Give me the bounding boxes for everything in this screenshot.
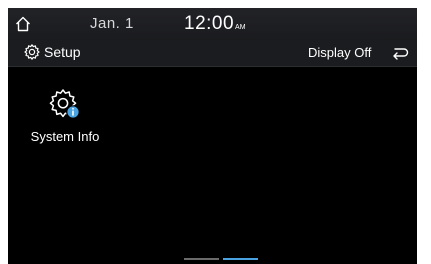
home-button[interactable] <box>8 8 38 40</box>
header-bar: Setup Display Off <box>8 40 417 67</box>
status-bar: Jan. 1 12:00 AM <box>8 8 417 40</box>
system-info-label: System Info <box>30 129 100 144</box>
page-indicator-2[interactable] <box>223 258 258 260</box>
display-off-button[interactable]: Display Off <box>308 45 371 60</box>
status-date: Jan. 1 <box>90 15 134 32</box>
setup-screen: Jan. 1 12:00 AM Setup Display Off System… <box>8 8 417 264</box>
page-title-label: Setup <box>44 44 81 60</box>
back-icon <box>393 48 409 60</box>
page-indicator <box>184 258 258 260</box>
clock-ampm: AM <box>235 24 246 31</box>
status-clock: 12:00 AM <box>184 13 246 35</box>
home-icon <box>16 16 30 32</box>
gear-icon <box>24 44 40 60</box>
page-title: Setup <box>23 43 81 61</box>
page-indicator-1[interactable] <box>184 258 219 260</box>
gear-info-icon <box>49 89 80 119</box>
clock-time: 12:00 <box>184 13 235 34</box>
back-button[interactable] <box>388 40 412 66</box>
system-info-item[interactable]: System Info <box>20 87 110 157</box>
menu-grid: System Info <box>8 67 417 247</box>
